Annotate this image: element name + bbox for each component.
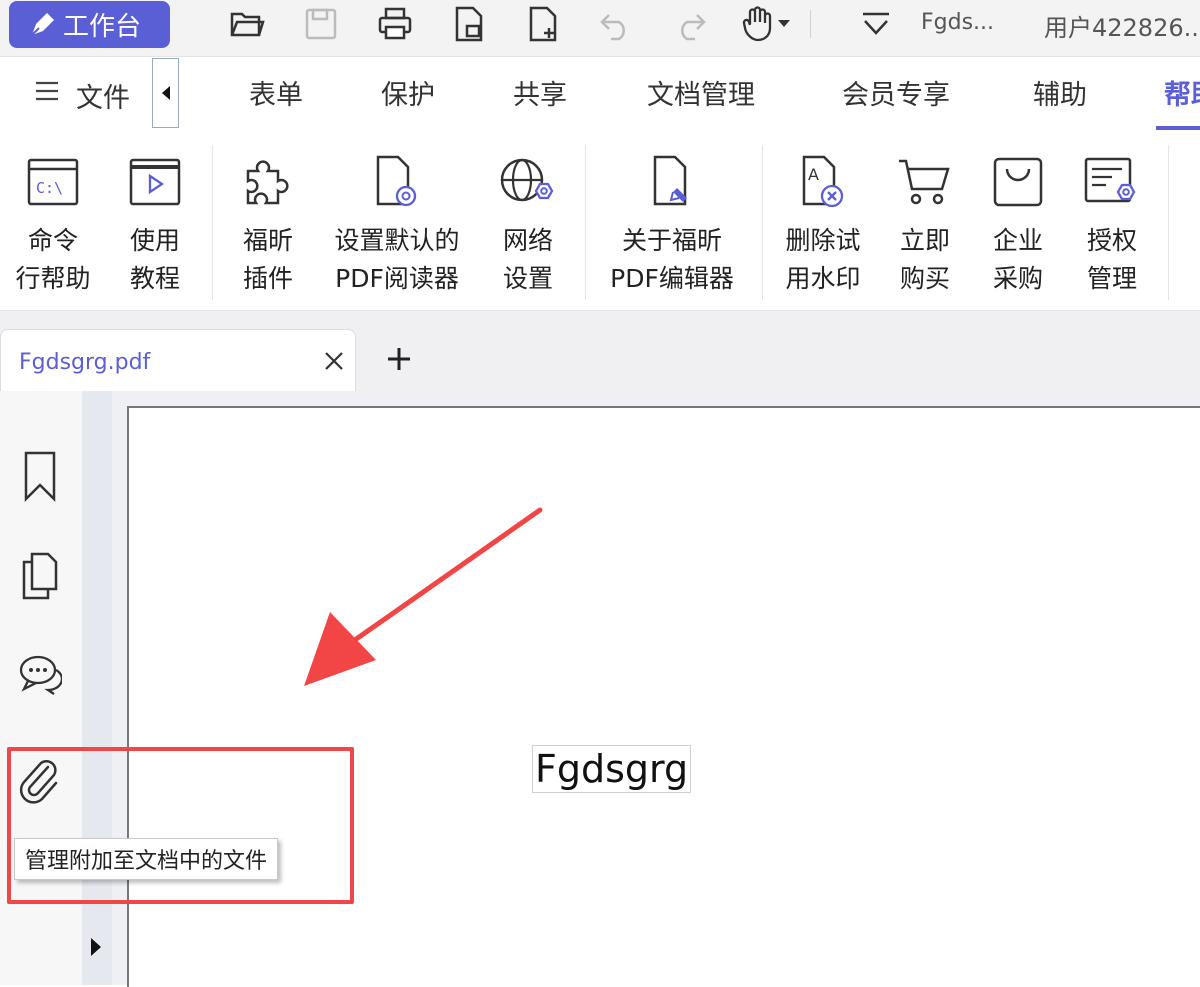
- about-icon: [597, 152, 747, 212]
- command-line-icon: C:\: [6, 152, 100, 212]
- default-reader-icon: [322, 152, 472, 212]
- ribbon-divider: [212, 145, 213, 300]
- tutorial-button[interactable]: 使用 教程: [110, 152, 200, 298]
- new-document-icon[interactable]: [523, 4, 563, 44]
- svg-text:A: A: [808, 165, 819, 184]
- tutorial-icon: [110, 152, 200, 212]
- network-settings-button[interactable]: 网络 设置: [488, 152, 568, 298]
- add-tab-icon[interactable]: [385, 345, 413, 377]
- save-icon[interactable]: [301, 4, 341, 44]
- remove-watermark-icon: A: [775, 152, 871, 212]
- close-icon[interactable]: [323, 350, 345, 376]
- customize-dropdown-icon[interactable]: [856, 4, 896, 44]
- tab-protect[interactable]: 保护: [381, 73, 435, 112]
- workbench-button[interactable]: 工作台: [9, 1, 170, 48]
- bookmark-icon[interactable]: [18, 448, 62, 504]
- user-account[interactable]: 用户422826...: [1044, 8, 1200, 43]
- menu-file[interactable]: 文件: [76, 76, 130, 115]
- remove-trial-watermark-button[interactable]: A 删除试 用水印: [775, 152, 871, 298]
- tab-member[interactable]: 会员专享: [842, 73, 950, 112]
- license-icon: [1072, 152, 1152, 212]
- command-line-help-button[interactable]: C:\ 命令 行帮助: [6, 152, 100, 298]
- scan-document-icon[interactable]: [449, 4, 489, 44]
- redo-icon[interactable]: [670, 4, 710, 44]
- enterprise-purchase-button[interactable]: 企业 采购: [978, 152, 1058, 298]
- menu-bar: [0, 57, 1200, 133]
- license-management-button[interactable]: 授权 管理: [1072, 152, 1152, 298]
- hand-tool-icon[interactable]: [740, 4, 796, 44]
- chevron-left-icon: [161, 86, 170, 100]
- cart-icon: [885, 152, 965, 212]
- pages-icon[interactable]: [18, 548, 62, 604]
- title-filename: Fgds...: [921, 10, 995, 35]
- svg-text:C:\: C:\: [36, 179, 63, 197]
- ribbon-divider: [762, 145, 763, 300]
- pen-icon: [27, 10, 57, 40]
- page-text-content[interactable]: Fgdsgrg: [532, 745, 692, 793]
- comments-icon[interactable]: [18, 646, 62, 702]
- print-icon[interactable]: [375, 4, 415, 44]
- bag-icon: [978, 152, 1058, 212]
- undo-icon[interactable]: [596, 4, 636, 44]
- tab-share[interactable]: 共享: [513, 73, 567, 112]
- hamburger-icon[interactable]: [34, 80, 60, 106]
- tab-form[interactable]: 表单: [249, 73, 303, 112]
- network-settings-icon: [488, 152, 568, 212]
- expand-panel-arrow-icon[interactable]: [88, 935, 104, 963]
- document-tab[interactable]: Fgdsgrg.pdf: [0, 329, 356, 391]
- red-highlight-box: [7, 747, 354, 904]
- toolbar-divider: [810, 10, 811, 38]
- ribbon-divider: [585, 145, 586, 300]
- document-tab-label: Fgdsgrg.pdf: [19, 350, 151, 375]
- set-default-reader-button[interactable]: 设置默认的 PDF阅读器: [322, 152, 472, 298]
- about-editor-button[interactable]: 关于福昕 PDF编辑器: [597, 152, 747, 298]
- workbench-label: 工作台: [63, 12, 142, 42]
- tab-help[interactable]: 帮助: [1164, 73, 1200, 112]
- red-arrow-annotation: [290, 500, 550, 704]
- ribbon-divider: [1168, 145, 1169, 300]
- buy-now-button[interactable]: 立即 购买: [885, 152, 965, 298]
- tab-document-management[interactable]: 文档管理: [647, 73, 755, 112]
- plugins-button[interactable]: 福昕 插件: [225, 152, 311, 298]
- puzzle-icon: [225, 152, 311, 212]
- active-tab-indicator: [1156, 126, 1200, 130]
- collapse-ribbon-button[interactable]: [152, 58, 179, 128]
- open-folder-icon[interactable]: [227, 4, 267, 44]
- tab-accessibility[interactable]: 辅助: [1033, 73, 1087, 112]
